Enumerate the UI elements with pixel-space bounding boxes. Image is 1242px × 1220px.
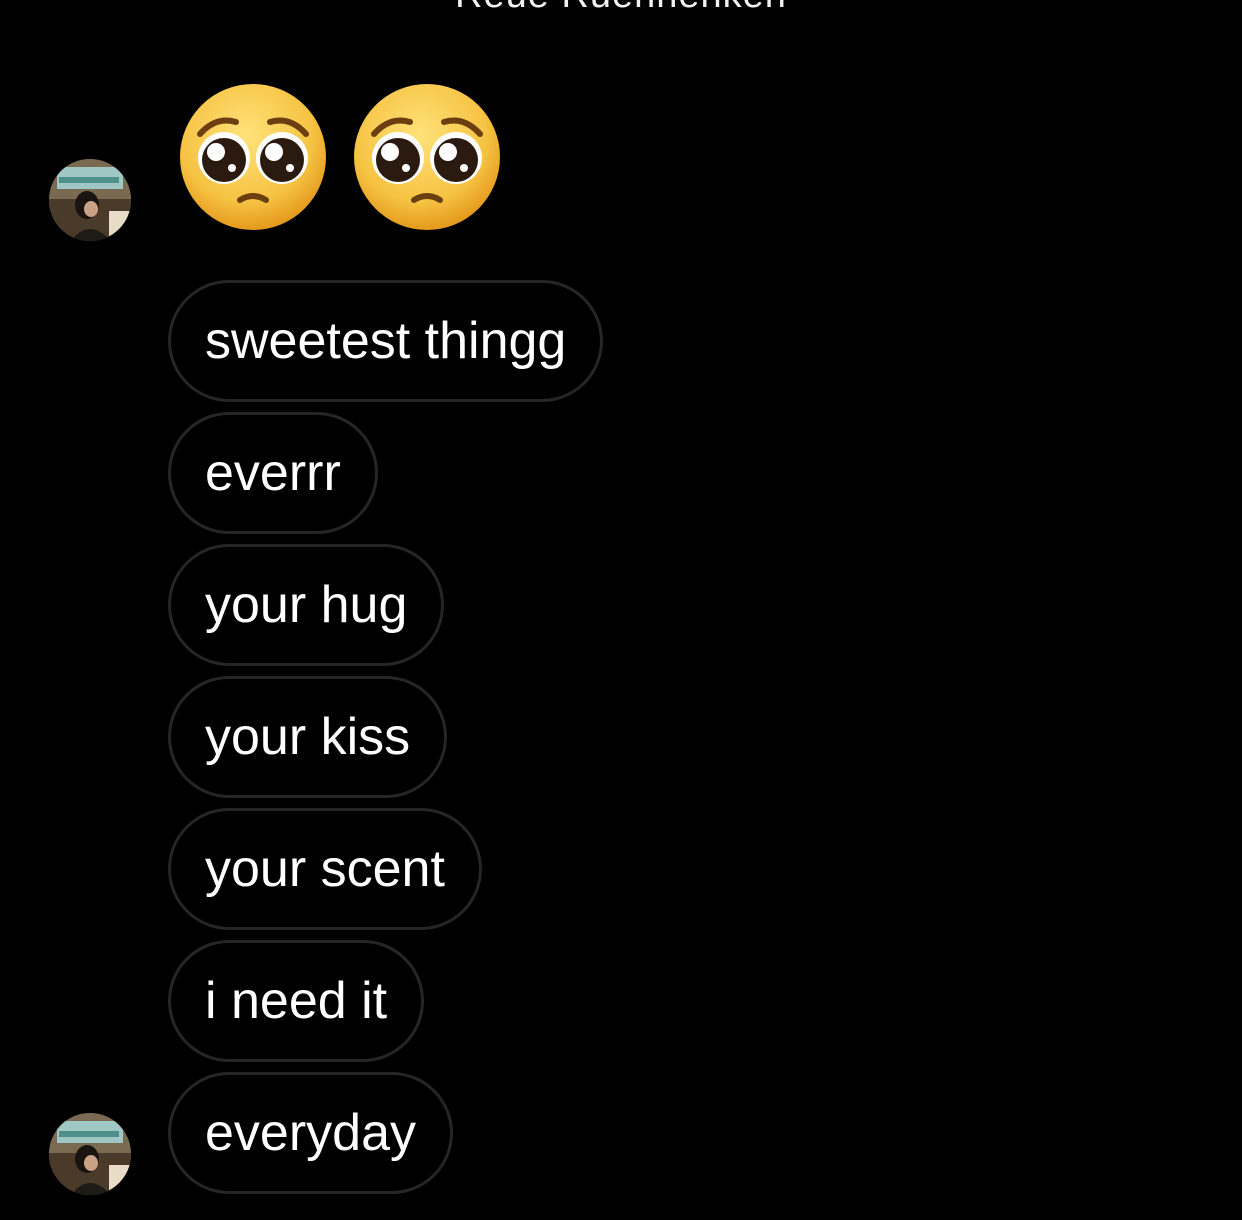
emoji-message[interactable] <box>178 82 502 236</box>
message-bubble[interactable]: everrr <box>168 412 378 534</box>
message-bubble[interactable]: i need it <box>168 940 425 1062</box>
message-bubble[interactable]: sweetest thingg <box>168 280 604 402</box>
message-bubble[interactable]: everyday <box>168 1072 453 1194</box>
message-text: your hug <box>205 576 408 634</box>
sender-avatar[interactable] <box>49 1113 131 1195</box>
contact-name-header: Reue Ruennenken <box>0 0 1242 17</box>
sender-avatar[interactable] <box>49 159 131 241</box>
message-bubble[interactable]: your kiss <box>168 676 448 798</box>
message-bubble[interactable]: your scent <box>168 808 482 930</box>
message-text: everrr <box>205 444 341 502</box>
pleading-face-emoji <box>178 82 328 236</box>
message-text: your kiss <box>205 708 411 766</box>
message-text: your scent <box>205 840 445 898</box>
message-text: everyday <box>205 1104 416 1162</box>
message-bubble[interactable]: your hug <box>168 544 445 666</box>
message-text: i need it <box>205 972 388 1030</box>
message-text: sweetest thingg <box>205 312 567 370</box>
pleading-face-emoji <box>352 82 502 236</box>
